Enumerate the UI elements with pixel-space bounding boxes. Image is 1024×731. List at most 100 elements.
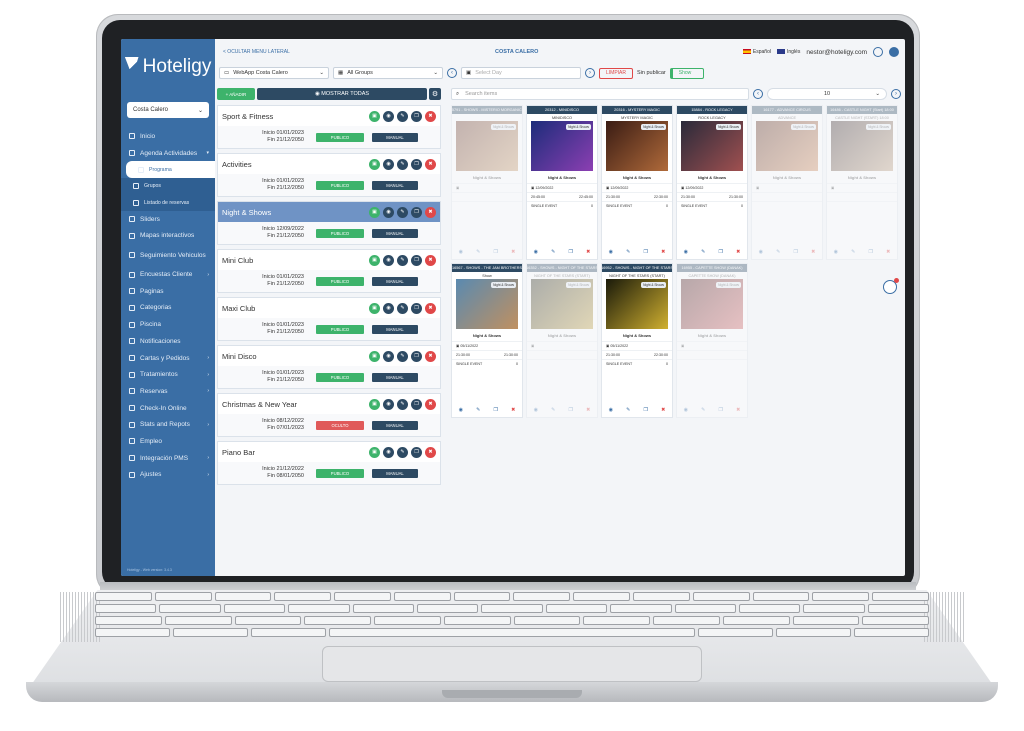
prev-day-button[interactable]: ‹ bbox=[447, 68, 457, 78]
eye-icon[interactable]: ◉ bbox=[383, 446, 394, 458]
copy-icon[interactable]: ❐ bbox=[494, 249, 498, 255]
copy-icon[interactable]: ❐ bbox=[411, 446, 422, 458]
chat-icon[interactable] bbox=[883, 278, 899, 294]
trash-icon[interactable]: ✖ bbox=[736, 407, 740, 413]
next-page-button[interactable]: › bbox=[891, 89, 901, 99]
eye-icon[interactable]: ◉ bbox=[459, 249, 463, 255]
eye-icon[interactable]: ◉ bbox=[534, 407, 538, 413]
clear-button[interactable]: LIMPIAR bbox=[599, 67, 634, 79]
calendar-icon[interactable]: ▣ bbox=[369, 446, 380, 458]
event-card[interactable]: 16955 - CAPETTE SHOW (DANAK) CAPETTE SHOW… bbox=[676, 263, 748, 418]
trash-icon[interactable]: ✖ bbox=[586, 407, 590, 413]
trash-icon[interactable]: ✖ bbox=[511, 407, 515, 413]
copy-icon[interactable]: ❐ bbox=[719, 407, 723, 413]
edit-icon[interactable]: ✎ bbox=[397, 158, 408, 170]
sidebar-item[interactable]: Encuestas Cliente › bbox=[121, 266, 215, 283]
show-toggle[interactable]: Show bbox=[669, 67, 704, 79]
eye-icon[interactable]: ◉ bbox=[459, 407, 463, 413]
sidebar-item[interactable]: Mapas interactivos bbox=[121, 228, 215, 245]
copy-icon[interactable]: ❐ bbox=[411, 398, 422, 410]
edit-icon[interactable]: ✎ bbox=[701, 407, 705, 413]
calendar-icon[interactable]: ▣ bbox=[369, 158, 380, 170]
copy-icon[interactable]: ❐ bbox=[569, 249, 573, 255]
sidebar-item[interactable]: Stats and Repots › bbox=[121, 416, 215, 433]
event-card[interactable]: 16177 - ADVANCE CIRCUS ADVANCE Night & Sho… bbox=[751, 105, 823, 260]
trash-icon[interactable]: ✖ bbox=[425, 254, 436, 266]
category-card[interactable]: Piano Bar ▣ ◉ ✎ ❐ ✖ Inicio 21/12/2022 Fin 08/01… bbox=[217, 441, 441, 485]
copy-icon[interactable]: ❐ bbox=[644, 407, 648, 413]
sidebar-item[interactable]: Listado de reservas bbox=[121, 194, 215, 211]
trash-icon[interactable]: ✖ bbox=[661, 407, 665, 413]
copy-icon[interactable]: ❐ bbox=[719, 249, 723, 255]
trash-icon[interactable]: ✖ bbox=[425, 350, 436, 362]
eye-icon[interactable]: ◉ bbox=[383, 110, 394, 122]
copy-icon[interactable]: ❐ bbox=[494, 407, 498, 413]
calendar-icon[interactable]: ▣ bbox=[369, 206, 380, 218]
hotel-select[interactable]: Costa Calero ⌄ bbox=[127, 102, 209, 118]
event-card[interactable]: 16486 - CASTLE NIGHT (Start) 18:00 CASTLE… bbox=[826, 105, 898, 260]
category-card[interactable]: Christmas & New Year ▣ ◉ ✎ ❐ ✖ Inicio 08/12/20… bbox=[217, 393, 441, 437]
edit-icon[interactable]: ✎ bbox=[397, 302, 408, 314]
copy-icon[interactable]: ❐ bbox=[411, 206, 422, 218]
brand-logo[interactable]: Hoteligy bbox=[121, 39, 215, 94]
category-card[interactable]: Sport & Fitness ▣ ◉ ✎ ❐ ✖ Inicio 01/01/2023 Fin… bbox=[217, 105, 441, 149]
trash-icon[interactable]: ✖ bbox=[425, 206, 436, 218]
add-button[interactable]: + AÑADIR bbox=[217, 88, 255, 100]
event-card[interactable]: 20312 - MINIDISCO MINIDISCO Night & Shows N… bbox=[526, 105, 598, 260]
calendar-icon[interactable]: ▣ bbox=[369, 302, 380, 314]
event-card[interactable]: 16952 - SHOWS - NIGHT OF THE STARS NIGHT … bbox=[601, 263, 673, 418]
trash-icon[interactable]: ✖ bbox=[425, 158, 436, 170]
lang-en-link[interactable]: Inglés bbox=[776, 49, 800, 55]
show-all-button[interactable]: ◉ MOSTRAR TODAS bbox=[257, 88, 427, 100]
trash-icon[interactable]: ✖ bbox=[511, 249, 515, 255]
edit-icon[interactable]: ✎ bbox=[551, 407, 555, 413]
hide-menu-link[interactable]: < OCULTAR MENU LATERAL bbox=[223, 49, 290, 55]
eye-icon[interactable]: ◉ bbox=[759, 249, 763, 255]
sidebar-item[interactable]: Check-In Online bbox=[121, 400, 215, 417]
event-card[interactable]: 15791 - SHOWS - MISTERIO MORGANICS Night … bbox=[451, 105, 523, 260]
webapp-select[interactable]: ▭ WebApp Costa Calero ⌄ bbox=[219, 67, 329, 79]
trash-icon[interactable]: ✖ bbox=[425, 302, 436, 314]
sidebar-item[interactable]: Grupos bbox=[121, 177, 215, 195]
sidebar-item[interactable]: Categorias bbox=[121, 300, 215, 317]
eye-icon[interactable]: ◉ bbox=[834, 249, 838, 255]
edit-icon[interactable]: ✎ bbox=[776, 249, 780, 255]
edit-icon[interactable]: ✎ bbox=[551, 249, 555, 255]
groups-select[interactable]: ▦ All Groups ⌄ bbox=[333, 67, 443, 79]
sidebar-item[interactable]: Sliders bbox=[121, 211, 215, 228]
copy-icon[interactable]: ❐ bbox=[644, 249, 648, 255]
gear-icon[interactable]: ⚙ bbox=[429, 88, 441, 100]
prev-page-button[interactable]: ‹ bbox=[753, 89, 763, 99]
edit-icon[interactable]: ✎ bbox=[397, 446, 408, 458]
next-day-button[interactable]: › bbox=[585, 68, 595, 78]
user-email[interactable]: nestor@hoteligy.com bbox=[806, 49, 867, 56]
sidebar-item[interactable]: Inicio bbox=[121, 128, 215, 145]
trash-icon[interactable]: ✖ bbox=[736, 249, 740, 255]
event-card[interactable]: 16352 - SHOWS - NIGHT OF THE STARS NIGHT … bbox=[526, 263, 598, 418]
lang-es-link[interactable]: Español bbox=[742, 49, 771, 55]
edit-icon[interactable]: ✎ bbox=[397, 350, 408, 362]
copy-icon[interactable]: ❐ bbox=[411, 254, 422, 266]
eye-icon[interactable]: ◉ bbox=[684, 407, 688, 413]
sidebar-item[interactable]: Agenda Actividades ▾ bbox=[121, 145, 215, 162]
sidebar-item[interactable]: Tratamientos › bbox=[121, 366, 215, 383]
edit-icon[interactable]: ✎ bbox=[397, 206, 408, 218]
copy-icon[interactable]: ❐ bbox=[411, 350, 422, 362]
sidebar-item[interactable]: Piscina bbox=[121, 316, 215, 333]
trash-icon[interactable]: ✖ bbox=[811, 249, 815, 255]
copy-icon[interactable]: ❐ bbox=[869, 249, 873, 255]
eye-icon[interactable]: ◉ bbox=[383, 302, 394, 314]
edit-icon[interactable]: ✎ bbox=[476, 407, 480, 413]
copy-icon[interactable]: ❐ bbox=[411, 302, 422, 314]
trash-icon[interactable]: ✖ bbox=[886, 249, 890, 255]
eye-icon[interactable]: ◉ bbox=[684, 249, 688, 255]
copy-icon[interactable]: ❐ bbox=[411, 158, 422, 170]
sidebar-item[interactable]: Cartas y Pedidos › bbox=[121, 350, 215, 367]
day-input[interactable]: ▣ Select Day bbox=[461, 67, 581, 79]
trash-icon[interactable]: ✖ bbox=[425, 110, 436, 122]
bell-icon[interactable] bbox=[889, 47, 899, 57]
event-card[interactable]: 20316 - MYSTERY MAGIC MYSTERY MAGIC Night … bbox=[601, 105, 673, 260]
eye-icon[interactable]: ◉ bbox=[609, 407, 613, 413]
calendar-icon[interactable]: ▣ bbox=[369, 110, 380, 122]
eye-icon[interactable]: ◉ bbox=[383, 158, 394, 170]
